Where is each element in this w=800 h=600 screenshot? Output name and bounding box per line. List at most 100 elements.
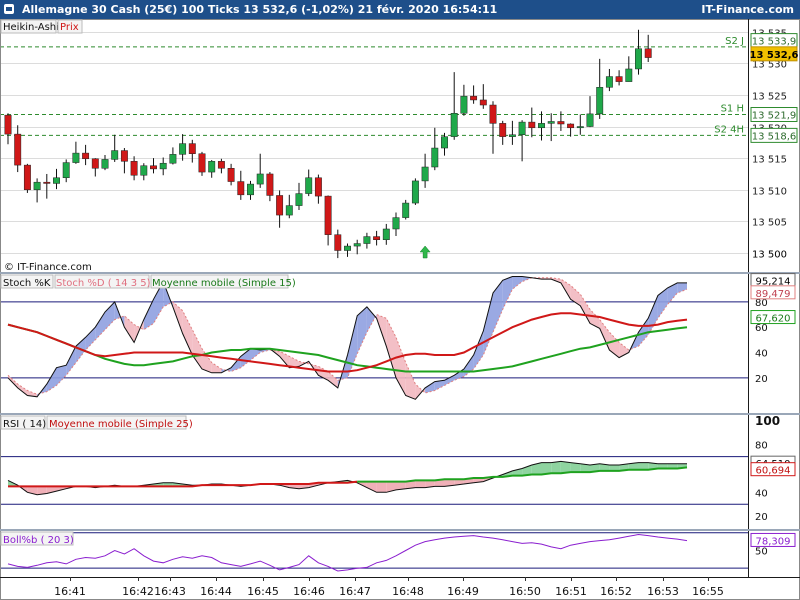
support-level-label: S1 H [721, 104, 744, 115]
price-tick-label: 13 525 [752, 92, 787, 103]
candle-body [188, 143, 196, 154]
brand-label: IT-Finance.com [701, 3, 794, 16]
candle-body [72, 152, 80, 163]
time-tick-label: 16:47 [339, 585, 371, 598]
candle-body [14, 133, 22, 166]
stoch-fill [444, 375, 455, 386]
candle-body [62, 162, 70, 179]
candle-body [538, 123, 545, 129]
candle-body [470, 95, 478, 101]
candle-body [140, 165, 148, 176]
candle-body [217, 161, 225, 169]
title-bar: Allemagne 30 Cash (25€) 100 Ticks 13 532… [0, 0, 800, 19]
candle-body [635, 48, 642, 70]
pane-separator[interactable] [0, 413, 800, 415]
legend-stoch-k: Stoch %K [3, 278, 51, 289]
price-tick-label: 13 500 [752, 250, 787, 261]
stoch-tick-label: 40 [755, 348, 768, 359]
pane-separator[interactable] [0, 529, 800, 531]
price-badge-label: 13 533,9 [752, 37, 797, 48]
candle-body [518, 121, 526, 135]
candle-body [334, 234, 342, 251]
candle-body [120, 150, 128, 162]
candle-body [198, 153, 206, 173]
candle-body [266, 173, 274, 196]
rsi-fill [551, 461, 561, 474]
rsi-tick-label: 20 [755, 512, 768, 523]
rsi-value-label: 60,694 [756, 466, 791, 477]
boll-value-label: 78,309 [756, 536, 791, 547]
stoch-fill [240, 348, 251, 368]
candle-body [450, 112, 458, 137]
candle-body [276, 195, 284, 216]
time-tick-label: 16:44 [200, 585, 232, 598]
stoch-fill [95, 311, 105, 340]
candle-body [363, 236, 371, 244]
time-tick-label: 16:46 [293, 585, 325, 598]
candle-body [373, 236, 381, 240]
stoch-fill [85, 327, 96, 350]
candle-body [101, 159, 109, 169]
chart-canvas[interactable]: 13 50013 50513 51013 51513 52013 52513 5… [0, 19, 800, 600]
stoch-fill [657, 287, 668, 319]
candle-body [53, 177, 60, 184]
candle-body [489, 104, 497, 124]
stoch-fill [143, 299, 154, 330]
legend-boll: Boll%b ( 20 3) [3, 535, 74, 546]
chart-frame [0, 19, 800, 600]
price-badge-label: 13 532,6 [749, 50, 798, 61]
candle-body [499, 123, 507, 137]
boll-line [7, 533, 688, 572]
candle-body [159, 162, 167, 170]
price-badge-label: 13 518,6 [752, 131, 797, 142]
stoch-fill [677, 282, 687, 293]
support-level-label: S2 4H [714, 124, 744, 135]
rsi-fill [366, 481, 377, 493]
candle-body [314, 177, 322, 197]
candle-body [227, 168, 235, 182]
candle-body [586, 113, 594, 127]
stoch-value-label: 67,620 [756, 314, 791, 325]
instrument-title: Allemagne 30 Cash (25€) 100 Ticks 13 532… [22, 3, 498, 16]
boll-tick-label: 50 [755, 546, 768, 557]
time-tick-label: 16:48 [392, 585, 424, 598]
candle-body [344, 245, 351, 251]
stoch-fill [347, 315, 358, 378]
time-tick-label: 16:55 [692, 585, 724, 598]
price-tick-label: 13 515 [752, 155, 787, 166]
stoch-tick-label: 20 [755, 374, 768, 385]
candle-body [208, 161, 216, 173]
support-level-label: S2 J [725, 36, 744, 47]
candle-body [605, 76, 613, 88]
rsi-tick-label: 40 [755, 488, 768, 499]
stoch-fill [405, 362, 416, 400]
stoch-tick-label: 60 [755, 323, 768, 334]
candle-body [460, 95, 468, 114]
candle-body [596, 87, 604, 115]
stoch-k-line [7, 276, 687, 400]
pane-separator[interactable] [0, 272, 800, 274]
legend-rsi: RSI ( 14) [3, 419, 46, 430]
candle-body [567, 123, 575, 129]
candle-body [382, 228, 390, 240]
candle-body [285, 205, 293, 216]
candle-body [441, 136, 448, 149]
stoch-fill [105, 301, 115, 330]
candle-body [615, 76, 623, 82]
watermark: © IT-Finance.com [4, 262, 92, 273]
candle-body [82, 152, 90, 160]
candle-body [295, 193, 303, 206]
candle-body [508, 134, 516, 137]
price-badge-label: 13 521,9 [752, 111, 797, 122]
rsi-tick-label: 100 [755, 414, 780, 428]
candle-body [392, 217, 400, 230]
stoch-fill [366, 306, 377, 333]
stoch-fill [667, 282, 678, 305]
candle-body [179, 143, 187, 155]
stoch-fill [192, 329, 202, 369]
candle-body [324, 195, 332, 235]
stoch-fill [66, 346, 76, 376]
candle-body [547, 121, 555, 124]
candle-body [305, 177, 313, 194]
stoch-value-label: 89,479 [756, 289, 791, 300]
